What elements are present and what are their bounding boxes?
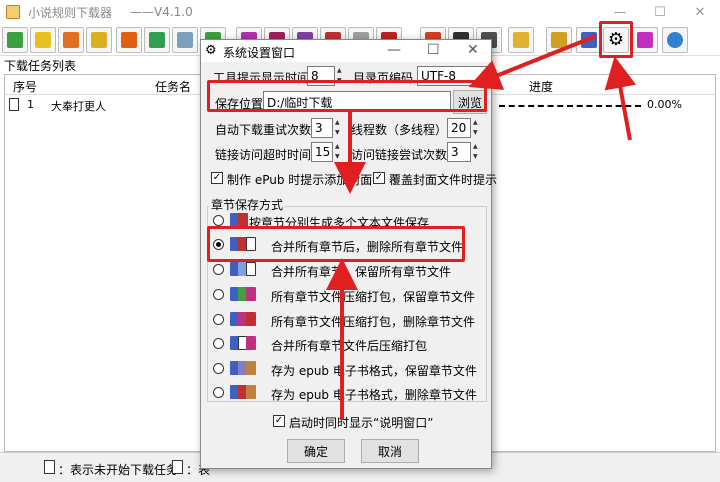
help-book-icon[interactable]	[632, 27, 658, 53]
copy-icon[interactable]	[172, 27, 198, 53]
dialog-title-bar: ⚙ 系统设置窗口 — ☐ ✕	[201, 40, 491, 62]
row-no: 1	[27, 98, 34, 111]
folder-icon[interactable]	[508, 27, 534, 53]
link-retry-input[interactable]: 3	[447, 142, 471, 162]
radio-button[interactable]	[213, 314, 224, 325]
retry-input[interactable]: 3	[311, 118, 333, 138]
progress-bar	[499, 105, 641, 107]
book-icon[interactable]	[30, 27, 56, 53]
epub-cover-label: 制作 ePub 时提示添加封面	[227, 173, 373, 187]
overwrite-cover-checkbox[interactable]: ✓	[373, 172, 385, 184]
retry-stepper[interactable]: ▲ ▼	[335, 119, 343, 137]
startup-checkbox[interactable]: ✓	[273, 415, 285, 427]
task-panel-label: 下载任务列表	[4, 59, 77, 73]
row-name: 大奉打更人	[51, 100, 106, 113]
maximize-button[interactable]: ☐	[640, 0, 680, 24]
epub-delete-icon	[230, 385, 264, 401]
close-button[interactable]: ✕	[680, 0, 720, 24]
overwrite-cover-label: 覆盖封面文件时提示	[389, 173, 498, 187]
threads-stepper[interactable]: ▲ ▼	[473, 119, 481, 137]
radio-button[interactable]	[213, 338, 224, 349]
app-icon	[6, 5, 20, 19]
col-progress[interactable]: 进度	[529, 78, 553, 95]
dialog-close-button[interactable]: ✕	[467, 42, 479, 58]
radio-button[interactable]	[213, 264, 224, 275]
ok-button[interactable]: 确定	[287, 439, 345, 463]
download-icon[interactable]	[2, 27, 28, 53]
startup-label: 启动时同时显示“说明窗口”	[289, 416, 434, 430]
link-icon[interactable]	[116, 27, 142, 53]
doc-icon[interactable]	[546, 27, 572, 53]
highlight-selected-option	[207, 226, 465, 262]
dialog-title: 系统设置窗口	[223, 46, 296, 60]
dialog-maximize-button[interactable]: ☐	[427, 42, 440, 58]
doc-icon	[44, 460, 55, 474]
app-title: 小说规则下载器	[28, 5, 113, 20]
option-merge-zip[interactable]: 合并所有章节文件后压缩打包	[213, 334, 473, 354]
radio-button[interactable]	[213, 215, 224, 226]
threads-label: 线程数（多线程）	[351, 123, 448, 137]
option-zip-keep[interactable]: 所有章节文件压缩打包，保留章节文件	[213, 285, 475, 305]
link-retry-label: 访问链接尝试次数	[351, 148, 448, 162]
option-epub-keep[interactable]: 存为 epub 电子书格式，保留章节文件	[213, 359, 477, 379]
merge-keep-icon	[230, 262, 264, 278]
notes-icon[interactable]	[86, 27, 112, 53]
check-icon[interactable]	[144, 27, 170, 53]
option-merge-keep[interactable]: 合并所有章节，保留所有章节文件	[213, 260, 473, 280]
radio-button[interactable]	[213, 387, 224, 398]
timeout-label: 链接访问超时时间	[215, 148, 312, 162]
epub-cover-checkbox[interactable]: ✓	[211, 172, 223, 184]
col-task[interactable]: 任务名	[155, 78, 191, 95]
chat-icon[interactable]	[662, 27, 688, 53]
notes-icon	[172, 460, 183, 474]
timeout-input[interactable]: 15	[311, 142, 333, 162]
dialog-minimize-button[interactable]: —	[387, 42, 401, 58]
refresh-icon[interactable]	[58, 27, 84, 53]
link-retry-stepper[interactable]: ▲ ▼	[473, 143, 481, 161]
zip-keep-icon	[230, 287, 264, 303]
cancel-button[interactable]: 取消	[361, 439, 419, 463]
col-no[interactable]: 序号	[13, 78, 37, 95]
option-epub-delete[interactable]: 存为 epub 电子书格式，删除章节文件	[213, 383, 477, 403]
retry-label: 自动下载重试次数	[215, 123, 312, 137]
zip-delete-icon	[230, 312, 264, 328]
row-progress: 0.00%	[647, 98, 682, 111]
doc-icon	[9, 98, 19, 111]
threads-input[interactable]: 20	[447, 118, 471, 138]
highlight-save-location	[207, 80, 487, 112]
radio-button[interactable]	[213, 363, 224, 374]
timeout-stepper[interactable]: ▲ ▼	[335, 143, 343, 161]
highlight-settings-button	[599, 21, 633, 58]
app-version: ——V4.1.0	[130, 5, 193, 19]
merge-zip-icon	[230, 336, 264, 352]
epub-keep-icon	[230, 361, 264, 377]
option-zip-delete[interactable]: 所有章节文件压缩打包，删除章节文件	[213, 310, 475, 330]
radio-button[interactable]	[213, 289, 224, 300]
gear-icon: ⚙	[205, 43, 217, 58]
status-text-1: ：表示未开始下载任务	[58, 463, 179, 477]
